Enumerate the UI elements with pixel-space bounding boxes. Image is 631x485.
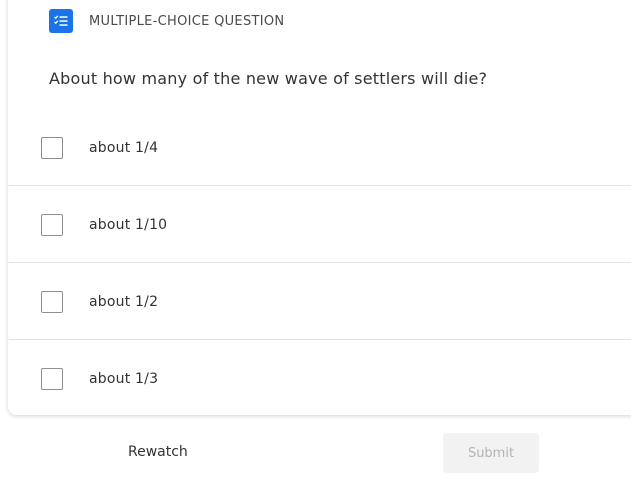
option-row[interactable]: about 1/3 bbox=[9, 340, 631, 416]
option-row[interactable]: about 1/2 bbox=[9, 263, 631, 340]
option-checkbox[interactable] bbox=[41, 137, 63, 159]
option-label: about 1/4 bbox=[89, 140, 159, 156]
rewatch-button[interactable]: Rewatch bbox=[128, 444, 188, 460]
option-checkbox[interactable] bbox=[41, 368, 63, 390]
submit-button[interactable]: Submit bbox=[443, 433, 539, 473]
question-header: MULTIPLE-CHOICE QUESTION bbox=[49, 9, 284, 33]
question-type-label: MULTIPLE-CHOICE QUESTION bbox=[89, 13, 285, 29]
option-checkbox[interactable] bbox=[41, 214, 63, 236]
question-text: About how many of the new wave of settle… bbox=[49, 69, 488, 88]
option-checkbox[interactable] bbox=[41, 291, 63, 313]
option-label: about 1/10 bbox=[89, 217, 168, 233]
options-list: about 1/4 about 1/10 about 1/2 about 1/3 bbox=[9, 109, 631, 416]
question-card: MULTIPLE-CHOICE QUESTION About how many … bbox=[8, 0, 631, 415]
option-label: about 1/3 bbox=[89, 371, 159, 387]
option-row[interactable]: about 1/10 bbox=[9, 186, 631, 263]
option-label: about 1/2 bbox=[89, 294, 159, 310]
option-row[interactable]: about 1/4 bbox=[9, 109, 631, 186]
checklist-icon bbox=[49, 9, 73, 33]
